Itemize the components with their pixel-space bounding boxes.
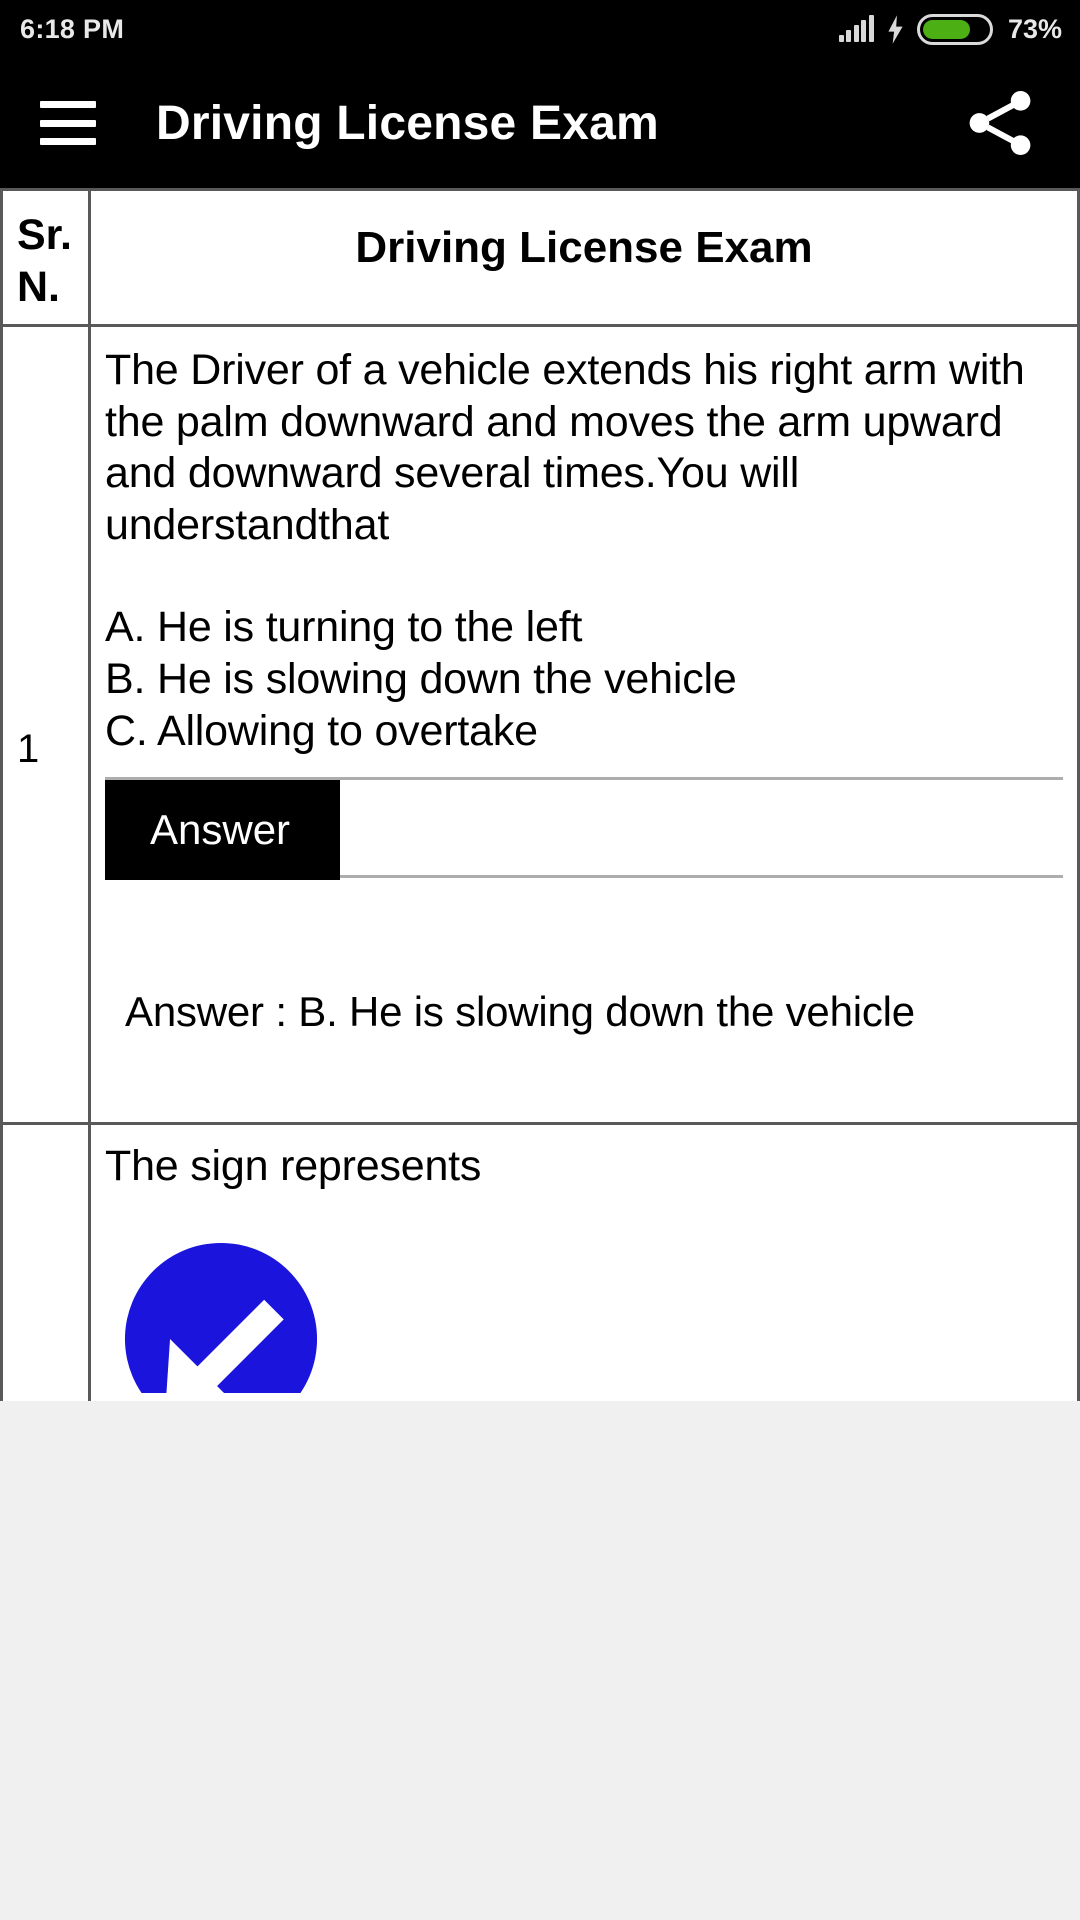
row-1-question-cell: The Driver of a vehicle extends his righ… — [88, 323, 1080, 1126]
column-header-title: Driving License Exam — [88, 188, 1080, 327]
page-title: Driving License Exam — [156, 96, 659, 150]
row-2-question-cell: The sign represents — [88, 1122, 1080, 1401]
exam-content-scroll-area[interactable]: Sr. N. Driving License Exam 1 The Driver… — [0, 188, 1080, 1401]
app-bar: Driving License Exam — [0, 58, 1080, 188]
table-row: The sign represents — [0, 1122, 1080, 1401]
column-header-sr-no: Sr. N. — [0, 188, 91, 327]
row-1-option-c: C. Allowing to overtake — [105, 707, 538, 756]
row-1-question-text: The Driver of a vehicle extends his righ… — [105, 345, 1025, 549]
table-row: 1 The Driver of a vehicle extends his ri… — [0, 323, 1080, 1126]
row-1-bottom-spacer — [105, 1038, 1063, 1108]
exam-table: Sr. N. Driving License Exam 1 The Driver… — [0, 188, 1080, 1401]
battery-percent-label: 73% — [1007, 13, 1062, 44]
row-1-option-b: B. He is slowing down the vehicle — [105, 655, 737, 704]
status-bar: 6:18 PM 73% — [0, 0, 1080, 58]
blue-circular-left-turn-arrow-sign — [123, 1241, 319, 1393]
row-1-option-a: A. He is turning to the left — [105, 603, 583, 652]
row-1-answer-tab-strip: Answer — [105, 777, 1063, 881]
row-1-sr-no: 1 — [17, 726, 40, 771]
cellular-signal-icon — [838, 14, 874, 42]
share-icon[interactable] — [962, 85, 1038, 161]
hamburger-menu-icon[interactable] — [40, 101, 96, 145]
row-2-sign-image-wrapper — [105, 1193, 1063, 1393]
row-2-sr-no-cell — [0, 1122, 91, 1401]
row-2-question-text: The sign represents — [105, 1142, 482, 1191]
row-1-answer-reveal-text: Answer : B. He is slowing down the vehic… — [125, 988, 915, 1036]
charging-bolt-icon — [888, 14, 903, 44]
row-1-answer-button[interactable]: Answer — [105, 780, 340, 881]
status-clock: 6:18 PM — [20, 13, 125, 44]
table-header-row: Sr. N. Driving License Exam — [0, 188, 1080, 327]
status-indicators: 73% — [838, 13, 1062, 45]
page-bottom-area — [0, 1401, 1080, 1920]
question-options-spacer — [105, 551, 1063, 601]
battery-icon — [916, 13, 993, 45]
row-1-sr-no-cell: 1 — [0, 323, 91, 1126]
